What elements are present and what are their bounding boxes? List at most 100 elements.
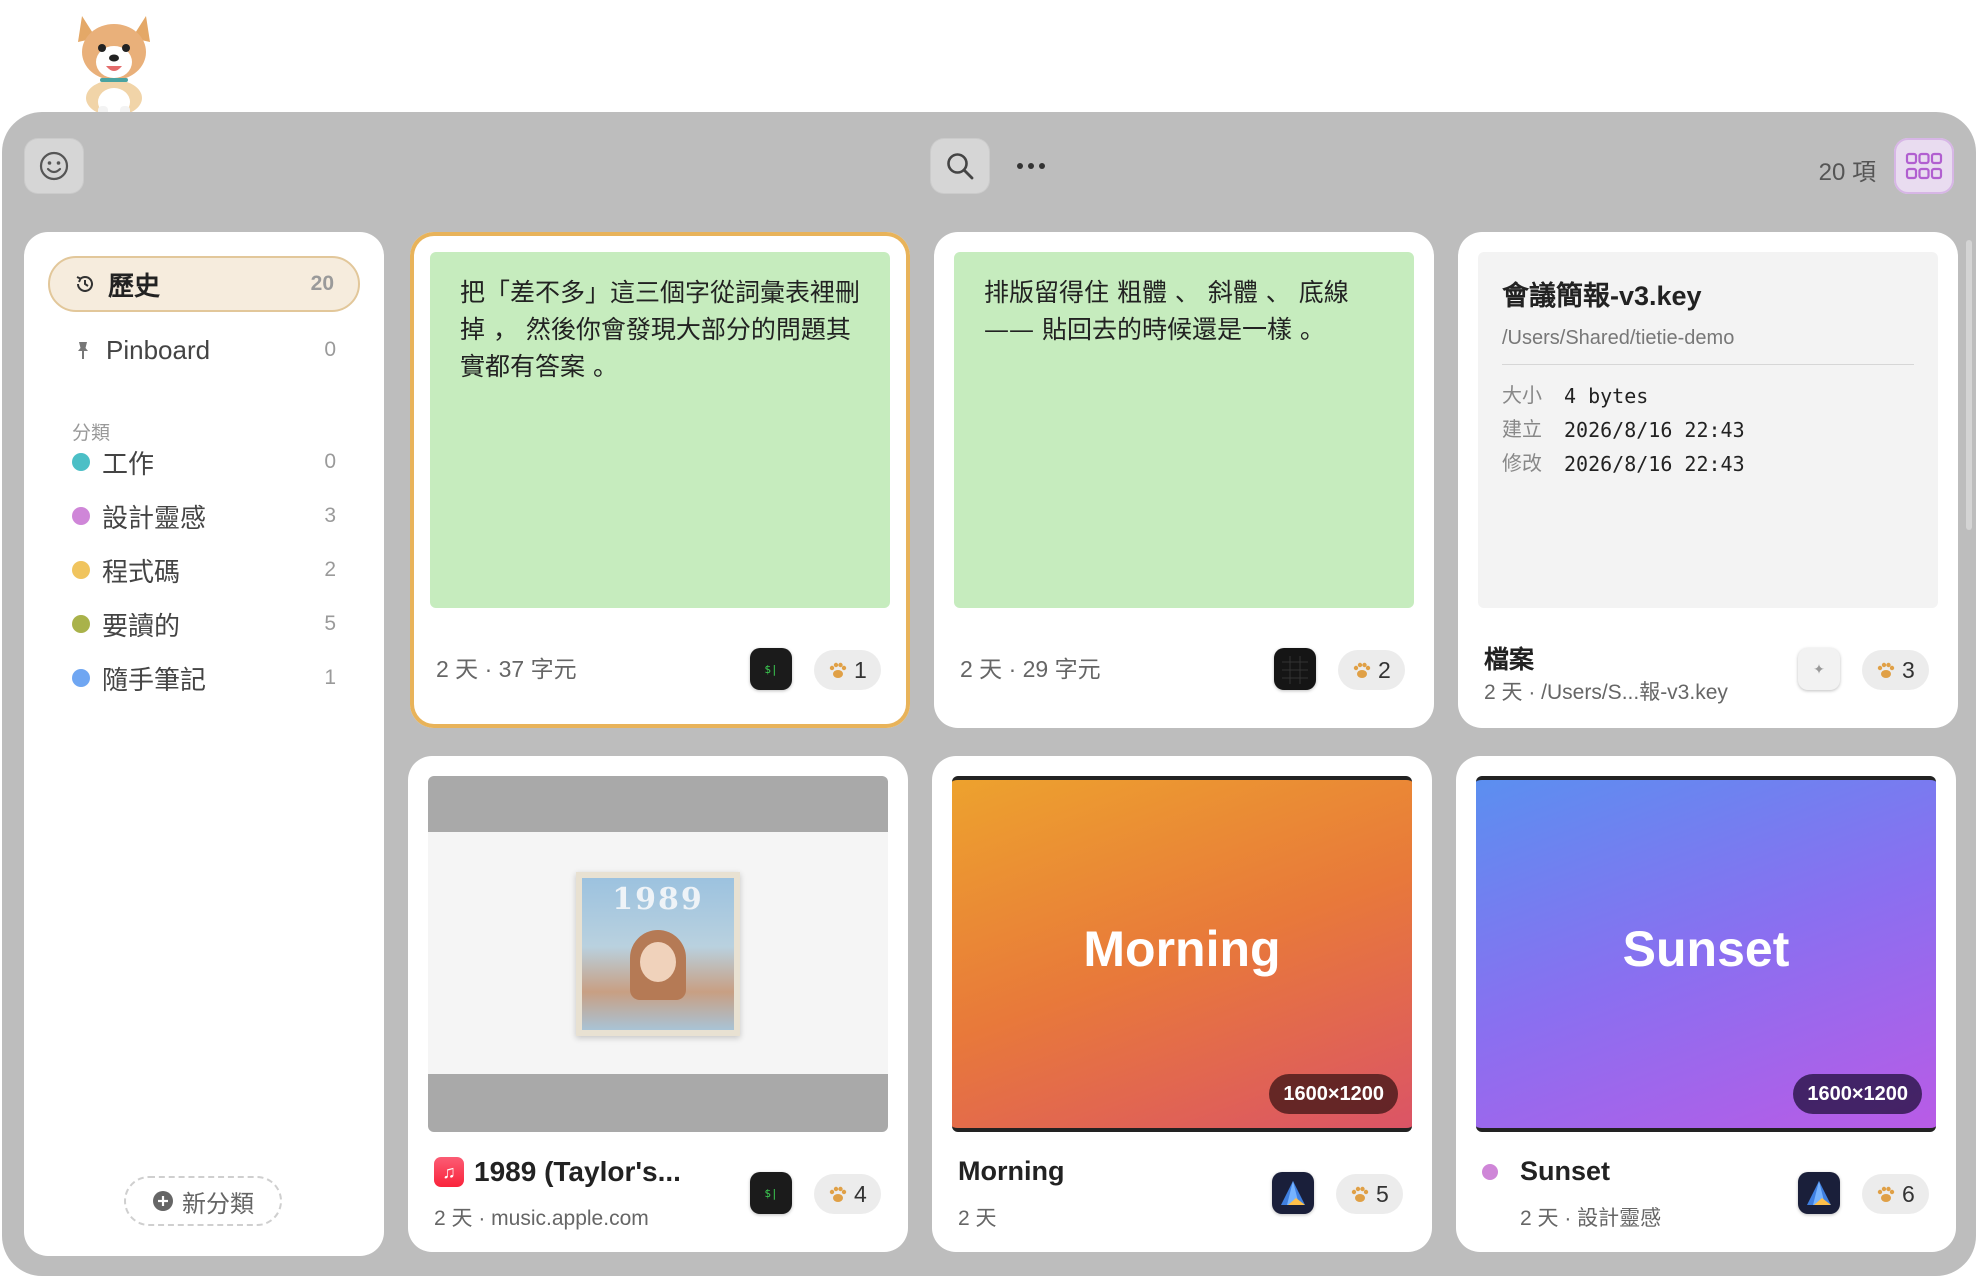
card-title: Sunset <box>1520 1156 1611 1186</box>
sidebar-item-count: 2 <box>324 558 336 581</box>
apple-music-icon: ♫ <box>434 1157 464 1187</box>
file-preview: 會議簡報-v3.key /Users/Shared/tietie-demo 大小… <box>1478 252 1938 608</box>
file-info-value: 4 bytes <box>1564 384 1649 408</box>
file-info-row: 大小 4 bytes <box>1502 379 1914 413</box>
link-preview: 1989 <box>428 776 888 1132</box>
grid-view-button[interactable] <box>1894 138 1954 194</box>
image-preview: Morning 1600×1200 <box>952 776 1412 1132</box>
badge-number: 1 <box>854 656 867 683</box>
sidebar-item-label: 工作 <box>102 448 155 479</box>
category-color-dot <box>72 561 90 579</box>
image-label: Sunset <box>1622 921 1790 977</box>
dimension-badge: 1600×1200 <box>1269 1074 1398 1114</box>
sidebar-item-category[interactable]: 要讀的 5 <box>48 596 360 652</box>
file-info-key: 大小 <box>1502 385 1542 407</box>
file-info-key: 建立 <box>1502 419 1542 441</box>
sidebar-item-count: 0 <box>324 450 336 473</box>
paw-icon <box>1353 662 1371 678</box>
card-meta: 2 天 · 37 字元 <box>436 656 577 682</box>
sidebar-item-count: 20 <box>310 272 334 295</box>
paw-icon <box>829 662 847 678</box>
ellipsis-icon <box>1017 163 1045 169</box>
category-color-dot <box>72 507 90 525</box>
clip-card[interactable]: 1989 ♫ 1989 (Taylor's... 2 天 · music.app… <box>408 756 908 1252</box>
sidebar-item-label: 程式碼 <box>102 556 181 587</box>
scrollbar[interactable] <box>1966 240 1972 530</box>
paw-icon <box>829 1186 847 1202</box>
smiley-icon <box>39 151 69 181</box>
paw-icon <box>1877 662 1895 678</box>
paw-icon <box>1877 1186 1895 1202</box>
sidebar-item-label: 設計靈感 <box>102 502 207 533</box>
card-title-row: Sunset <box>1482 1156 1610 1187</box>
clip-card[interactable]: Sunset 1600×1200 Sunset 2 天 · 設計靈感 6 <box>1456 756 1956 1252</box>
new-category-label: 新分類 <box>182 1190 254 1218</box>
card-meta: 2 天 · 29 字元 <box>960 656 1101 682</box>
sidebar-item-category[interactable]: 設計靈感 3 <box>48 488 360 544</box>
card-meta: 2 天 · /Users/S...報-v3.key <box>1484 681 1728 704</box>
card-title: 檔案 <box>1484 646 1535 674</box>
card-meta: 2 天 · 設計靈感 <box>1520 1207 1662 1230</box>
sidebar-item-count: 1 <box>324 666 336 689</box>
new-category-button[interactable]: 新分類 <box>124 1176 282 1226</box>
search-button[interactable] <box>930 138 990 194</box>
card-title: Morning <box>958 1156 1065 1186</box>
card-meta: 2 天 · music.apple.com <box>434 1207 649 1230</box>
file-info-row: 建立 2026/8/16 22:43 <box>1502 413 1914 447</box>
album-cover: 1989 <box>576 872 740 1036</box>
sidebar-item-category[interactable]: 工作 0 <box>48 434 360 490</box>
paw-badge: 4 <box>814 1174 881 1214</box>
sidebar-item-pinboard[interactable]: Pinboard 0 <box>48 322 360 378</box>
file-info-value: 2026/8/16 22:43 <box>1564 452 1745 476</box>
plus-circle-icon <box>153 1191 173 1211</box>
category-color-dot <box>72 615 90 633</box>
terminal-app-icon: $| <box>750 648 792 690</box>
clip-card[interactable]: 排版留得住 粗體 、 斜體 、 底線 —— 貼回去的時候還是一樣 。 2 天 ·… <box>934 232 1434 728</box>
paw-icon <box>1351 1186 1369 1202</box>
sidebar-item-category[interactable]: 程式碼 2 <box>48 542 360 598</box>
sidebar-item-count: 5 <box>324 612 336 635</box>
sidebar-item-label: 歷史 <box>108 270 161 301</box>
badge-number: 5 <box>1376 1180 1389 1207</box>
grid-icon <box>1905 152 1943 180</box>
file-path: /Users/Shared/tietie-demo <box>1502 327 1914 365</box>
app-icon <box>1274 648 1316 690</box>
file-name: 會議簡報-v3.key <box>1502 281 1702 311</box>
sidebar-item-count: 0 <box>324 338 336 361</box>
file-icon: ✦ <box>1798 648 1840 690</box>
more-button[interactable] <box>1006 146 1056 186</box>
image-label: Morning <box>1083 921 1281 977</box>
triangle-app-icon <box>1281 1181 1305 1205</box>
paw-badge: 1 <box>814 650 881 690</box>
corgi-mascot-icon <box>78 16 150 120</box>
dimension-badge: 1600×1200 <box>1793 1074 1922 1114</box>
clip-card[interactable]: 把「差不多」這三個字從詞彙表裡刪掉 ， 然後你會發現大部分的問題其實都有答案 。… <box>410 232 910 728</box>
sidebar-item-label: Pinboard <box>106 334 211 365</box>
clip-card[interactable]: 會議簡報-v3.key /Users/Shared/tietie-demo 大小… <box>1458 232 1958 728</box>
category-color-dot <box>72 453 90 471</box>
clip-card[interactable]: Morning 1600×1200 Morning 2 天 5 <box>932 756 1432 1252</box>
sidebar: 歷史 20 Pinboard 0 分類 工作 0 設計靈感 3 程式碼 2 要讀… <box>24 232 384 1256</box>
card-title-row: Morning <box>958 1156 1064 1187</box>
text-preview: 把「差不多」這三個字從詞彙表裡刪掉 ， 然後你會發現大部分的問題其實都有答案 。 <box>430 252 890 608</box>
text-preview: 排版留得住 粗體 、 斜體 、 底線 —— 貼回去的時候還是一樣 。 <box>954 252 1414 608</box>
emoji-button[interactable] <box>24 138 84 194</box>
badge-number: 6 <box>1902 1180 1915 1207</box>
image-preview: Sunset 1600×1200 <box>1476 776 1936 1132</box>
terminal-app-icon: $| <box>750 1172 792 1214</box>
sidebar-item-history[interactable]: 歷史 20 <box>48 256 360 312</box>
album-face <box>640 942 676 982</box>
sidebar-item-label: 隨手筆記 <box>102 664 207 695</box>
file-info-row: 修改 2026/8/16 22:43 <box>1502 447 1914 481</box>
paw-badge: 2 <box>1338 650 1405 690</box>
category-color-dot <box>72 669 90 687</box>
triangle-app-icon <box>1807 1181 1831 1205</box>
sidebar-item-category[interactable]: 隨手筆記 1 <box>48 650 360 706</box>
album-art-text: 1989 <box>612 882 704 917</box>
card-title: 1989 (Taylor's... <box>474 1156 681 1187</box>
badge-number: 4 <box>854 1180 867 1207</box>
sidebar-item-label: 要讀的 <box>102 610 181 641</box>
pin-icon <box>78 342 88 359</box>
card-title-row: ♫ 1989 (Taylor's... <box>434 1156 681 1188</box>
badge-number: 2 <box>1378 656 1391 683</box>
